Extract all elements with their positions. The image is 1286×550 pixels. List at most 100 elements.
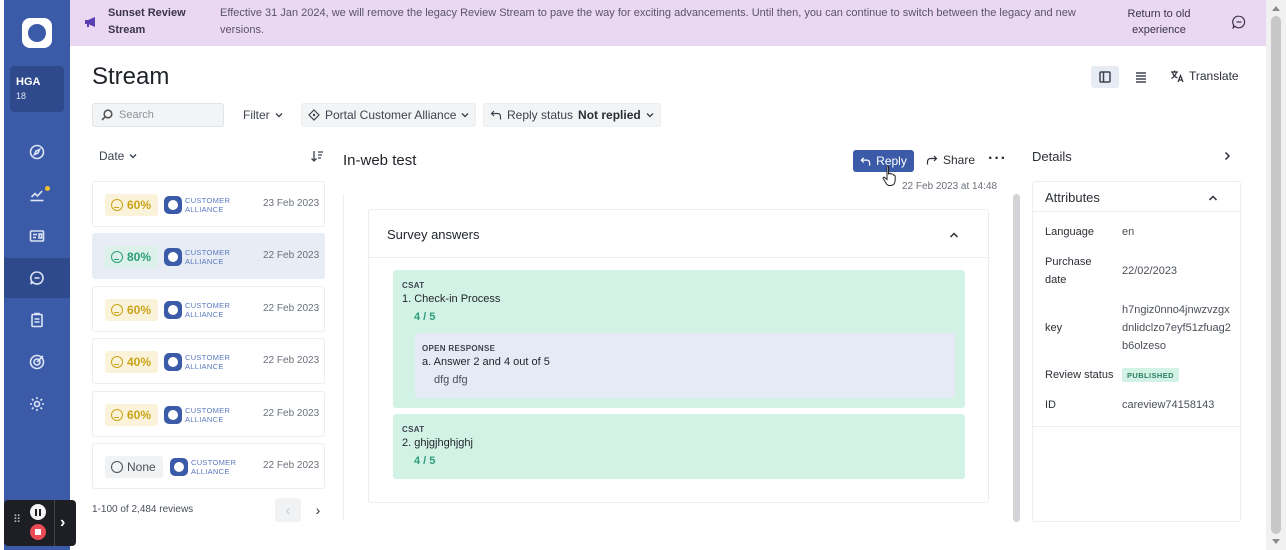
chevron-right-icon[interactable] xyxy=(1222,151,1232,161)
review-score: 80% xyxy=(127,250,152,264)
smiley-face-icon xyxy=(111,356,123,368)
id-card-icon xyxy=(29,230,45,242)
content-scrollbar-thumb[interactable] xyxy=(1013,194,1020,522)
translate-button[interactable]: Translate xyxy=(1170,69,1239,83)
gear-icon xyxy=(30,397,44,411)
customer-alliance-logo-text: CUSTOMER ALLIANCE xyxy=(185,406,230,424)
compass-icon xyxy=(29,144,45,160)
review-date: 22 Feb 2023 xyxy=(263,460,320,471)
nav-surveys[interactable] xyxy=(4,300,70,340)
logo-text-line: ALLIANCE xyxy=(185,310,224,319)
question-text: 1. Check-in Process xyxy=(402,293,501,305)
portal-filter-chip[interactable]: Portal Customer Alliance xyxy=(301,103,477,127)
feedback-chat-icon[interactable] xyxy=(1232,15,1246,29)
logo-text-line: ALLIANCE xyxy=(185,415,224,424)
customer-alliance-logo-icon xyxy=(164,353,182,371)
page-scrollbar[interactable] xyxy=(1266,0,1286,550)
chevron-down-icon xyxy=(275,113,283,118)
translate-label: Translate xyxy=(1189,69,1239,83)
sort-label: Date xyxy=(99,149,125,163)
review-score-badge: 60% xyxy=(105,299,159,321)
nav-analytics[interactable] xyxy=(4,174,70,214)
customer-alliance-logo-icon xyxy=(164,196,182,214)
customer-alliance-logo-text: CUSTOMER ALLIANCE xyxy=(185,248,230,266)
previous-page-button[interactable]: ‹ xyxy=(275,498,301,522)
stop-recording-button[interactable] xyxy=(30,524,46,540)
sort-by-date-dropdown[interactable]: Date xyxy=(99,149,137,163)
review-list-item[interactable]: 80% CUSTOMER ALLIANCE 22 Feb 2023 xyxy=(92,233,325,279)
pagination-summary: 1-100 of 2,484 reviews xyxy=(92,504,194,515)
split-view-button[interactable] xyxy=(1091,66,1119,88)
review-list-item[interactable]: 60% CUSTOMER ALLIANCE 22 Feb 2023 xyxy=(92,391,325,437)
sunset-banner: Sunset Review Stream Effective 31 Jan 20… xyxy=(70,0,1266,46)
review-score-badge: 40% xyxy=(105,351,159,373)
chevron-up-icon[interactable] xyxy=(1208,193,1218,203)
review-list-item[interactable]: 60% CUSTOMER ALLIANCE 22 Feb 2023 xyxy=(92,286,325,332)
review-score: None xyxy=(127,460,156,474)
review-date: 22 Feb 2023 xyxy=(263,408,320,419)
review-date: 22 Feb 2023 xyxy=(263,303,320,314)
attributes-title: Attributes xyxy=(1045,190,1100,205)
mouse-cursor-icon xyxy=(882,165,896,186)
megaphone-icon xyxy=(85,17,95,27)
survey-question-1: CSAT 1. Check-in Process 4 / 5 OPEN RESP… xyxy=(393,270,965,408)
return-to-old-experience-link[interactable]: Return to old experience xyxy=(1116,6,1202,38)
expand-recorder-button[interactable]: › xyxy=(60,514,65,532)
question-type-tag: CSAT xyxy=(402,281,425,290)
logo-text-line: CUSTOMER xyxy=(185,353,231,362)
review-list-item[interactable]: 40% CUSTOMER ALLIANCE 22 Feb 2023 xyxy=(92,338,325,384)
logo-text-line: ALLIANCE xyxy=(191,467,230,476)
nav-settings[interactable] xyxy=(4,384,70,424)
org-switcher[interactable]: HGA 18 xyxy=(10,66,64,112)
customer-alliance-logo-text: CUSTOMER ALLIANCE xyxy=(185,353,230,371)
attr-id-label: ID xyxy=(1045,399,1056,411)
next-page-button[interactable]: › xyxy=(305,498,331,522)
nav-explore[interactable] xyxy=(4,132,70,172)
smiley-face-icon xyxy=(111,251,123,263)
nav-stream[interactable] xyxy=(4,258,70,298)
chevron-up-icon[interactable] xyxy=(949,230,959,240)
translate-icon xyxy=(1171,70,1184,83)
search-icon xyxy=(101,109,113,121)
share-button[interactable]: Share xyxy=(926,153,975,167)
search-box xyxy=(92,103,224,127)
nav-goals[interactable] xyxy=(4,342,70,382)
smiley-face-icon xyxy=(111,304,123,316)
logo-text-line: ALLIANCE xyxy=(185,205,224,214)
open-response-block: OPEN RESPONSE a. Answer 2 and 4 out of 5… xyxy=(415,333,955,398)
customer-alliance-logo: CUSTOMER ALLIANCE xyxy=(164,195,230,215)
logo-text-line: ALLIANCE xyxy=(185,362,224,371)
attr-purchase-date-value: 22/02/2023 xyxy=(1122,265,1178,277)
sort-order-icon[interactable] xyxy=(310,149,324,163)
customer-alliance-logo-icon xyxy=(164,248,182,266)
review-score: 60% xyxy=(127,408,152,422)
app-logo-icon[interactable] xyxy=(22,18,52,48)
page-scrollbar-thumb[interactable] xyxy=(1271,16,1281,534)
reply-status-filter-chip[interactable]: Reply status Not replied xyxy=(483,103,661,127)
attr-language-value: en xyxy=(1122,226,1135,238)
more-options-icon[interactable]: ··· xyxy=(988,150,1007,168)
customer-alliance-logo: CUSTOMER ALLIANCE xyxy=(164,405,230,425)
nav-contacts[interactable] xyxy=(4,216,70,256)
review-list-item[interactable]: 60% CUSTOMER ALLIANCE 23 Feb 2023 xyxy=(92,181,325,227)
customer-alliance-logo-icon xyxy=(164,301,182,319)
question-text: 2. ghjgjhghjghj xyxy=(402,437,473,449)
chevron-down-icon xyxy=(461,113,469,118)
reply-arrow-icon xyxy=(490,110,502,120)
org-name: HGA xyxy=(16,76,41,88)
logo-text-line: CUSTOMER xyxy=(185,301,231,310)
drag-handle-icon[interactable]: ⠿ xyxy=(13,515,21,526)
smiley-face-icon xyxy=(111,409,123,421)
filter-dropdown[interactable]: Filter xyxy=(237,103,289,127)
search-input[interactable] xyxy=(119,107,219,123)
logo-text-line: CUSTOMER xyxy=(185,406,231,415)
logo-text-line: ALLIANCE xyxy=(185,257,224,266)
customer-alliance-logo: CUSTOMER ALLIANCE xyxy=(164,247,230,267)
review-score-badge: 60% xyxy=(105,194,159,216)
list-icon xyxy=(1136,72,1146,83)
clipboard-icon xyxy=(31,312,43,328)
list-view-button[interactable] xyxy=(1127,66,1155,88)
open-response-tag: OPEN RESPONSE xyxy=(422,344,496,353)
pause-recording-button[interactable] xyxy=(30,504,46,520)
review-list-item[interactable]: None CUSTOMER ALLIANCE 22 Feb 2023 xyxy=(92,443,325,489)
